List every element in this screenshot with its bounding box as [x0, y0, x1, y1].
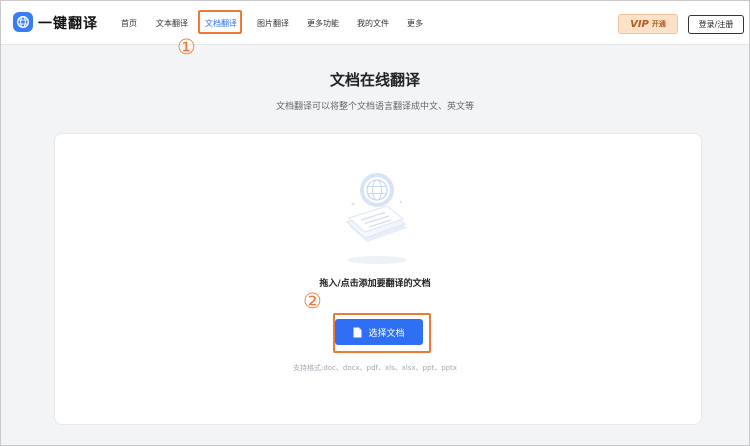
step1-marker: ①: [177, 35, 196, 59]
choose-document-label: 选择文档: [368, 328, 405, 339]
nav-more-features[interactable]: 更多功能: [307, 18, 339, 29]
nav-more[interactable]: 更多: [407, 18, 423, 29]
page-title: 文档在线翻译: [329, 71, 420, 89]
drop-hint-text: 拖入/点击添加要翻译的文档: [319, 279, 431, 289]
vip-label: VIP: [630, 18, 649, 30]
page-subtitle: 文档翻译可以将整个文档语言翻译成中文、英文等: [275, 102, 474, 112]
nav-home[interactable]: 首页: [121, 18, 137, 29]
choose-document-button[interactable]: 选择文档: [335, 319, 423, 345]
supported-formats-text: 支持格式:doc、docx、pdf、xls、xlsx、ppt、pptx: [292, 364, 458, 372]
top-header: 一键翻译 首页 文本翻译 文档翻译 图片翻译 更多功能 我的文件 更多 VIP …: [1, 1, 749, 45]
nav-image-translate[interactable]: 图片翻译: [257, 18, 289, 29]
nav-my-files[interactable]: 我的文件: [357, 18, 389, 29]
annotation-box-step1: [198, 10, 242, 34]
vip-open-label: 开通: [651, 20, 666, 28]
login-register-button[interactable]: 登录/注册: [688, 15, 744, 34]
nav-text-translate[interactable]: 文本翻译: [156, 18, 188, 29]
step2-marker: ②: [303, 289, 322, 313]
file-icon: [353, 327, 362, 338]
vip-button[interactable]: VIP 开通: [618, 14, 678, 34]
globe-icon[interactable]: [13, 12, 33, 32]
document-globe-illustration: [345, 173, 407, 264]
brand-name[interactable]: 一键翻译: [38, 13, 98, 33]
